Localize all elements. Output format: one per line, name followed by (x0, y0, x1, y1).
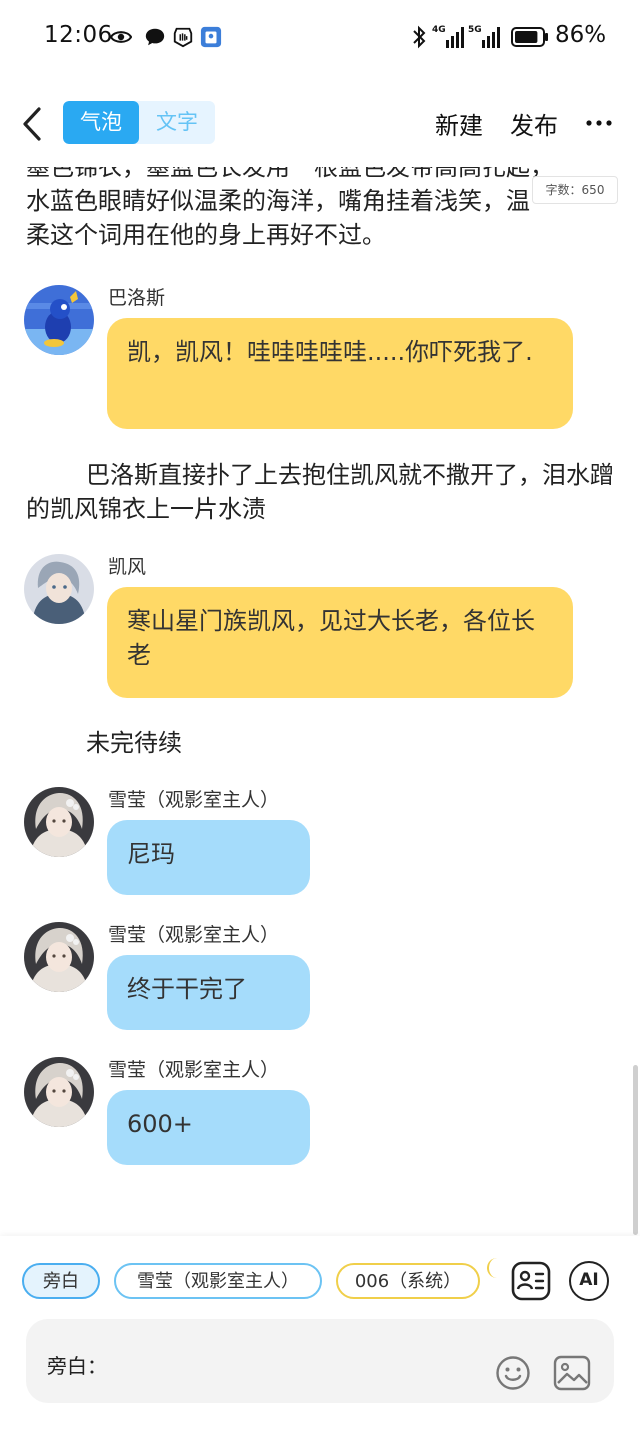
chat-bubble-icon (145, 28, 165, 46)
avatar-kaifeng-image (24, 554, 94, 624)
narration-line: 水蓝色眼睛好似温柔的海洋，嘴角挂着浅笑，温 (26, 187, 530, 215)
emoji-icon[interactable] (495, 1355, 531, 1391)
avatar[interactable] (24, 922, 94, 992)
publish-button[interactable]: 发布 (510, 106, 558, 141)
signal-icon (446, 27, 464, 48)
chat-bubble[interactable]: 寒山星门族凯风，见过大长老，各位长老 (107, 587, 573, 698)
avatar-xueying-image (24, 922, 94, 992)
speaker-name: 巴洛斯 (108, 287, 166, 309)
role-chip-system[interactable]: 006（系统） (336, 1263, 480, 1299)
word-count-badge: 字数：650 (532, 176, 618, 204)
chat-bubble[interactable]: 凯，凯风！哇哇哇哇哇.....你吓死我了. (107, 318, 573, 429)
bluetooth-icon (413, 25, 426, 49)
role-chip-narrator[interactable]: 旁白 (22, 1263, 100, 1299)
scrollbar[interactable] (633, 1065, 638, 1235)
speaker-name: 雪莹（观影室主人） (108, 789, 280, 811)
more-dots-icon[interactable] (585, 112, 613, 134)
avatar[interactable] (24, 554, 94, 624)
network-type-4g: 4G (432, 25, 446, 35)
tab-bubble[interactable]: 气泡 (63, 101, 139, 144)
narration-line: 柔这个词用在他的身上再好不过。 (26, 221, 386, 249)
chevron-left-icon[interactable] (20, 106, 44, 142)
app-icon (200, 26, 222, 48)
mode-toggle: 气泡 文字 (63, 101, 215, 144)
narration-paragraph: 未完待续 (86, 729, 182, 757)
ai-button[interactable]: AI (569, 1261, 609, 1301)
speaker-name: 雪莹（观影室主人） (108, 924, 280, 946)
new-button[interactable]: 新建 (435, 106, 483, 141)
narration-line: 墨色锦衣，墨蓝色长发用一根蓝色发带高高扎起， (26, 167, 554, 181)
narration-paragraph: 墨色锦衣，墨蓝色长发用一根蓝色发带高高扎起， 水蓝色眼睛好似温柔的海洋，嘴角挂着… (26, 167, 616, 257)
avatar-xueying-image (24, 1057, 94, 1127)
avatar[interactable] (24, 1057, 94, 1127)
speaker-name: 凯风 (108, 556, 147, 578)
battery-percent: 86% (555, 22, 607, 48)
battery-icon (511, 27, 548, 47)
avatar-balos-image (24, 285, 94, 355)
network-type-5g: 5G (468, 25, 482, 35)
avatar-xueying-image (24, 787, 94, 857)
hand-icon (173, 27, 193, 48)
avatar[interactable] (24, 787, 94, 857)
input-role-label: 旁白： (47, 1354, 107, 1378)
signal-icon-2 (482, 27, 500, 48)
role-card-icon[interactable] (511, 1261, 551, 1301)
role-chip-xueying[interactable]: 雪莹（观影室主人） (114, 1263, 322, 1299)
avatar[interactable] (24, 285, 94, 355)
narration-paragraph: 巴洛斯直接扑了上去抱住凯风就不撒开了，泪水蹭的凯风锦衣上一片水渍 (26, 461, 614, 523)
chat-bubble[interactable]: 尼玛 (107, 820, 310, 895)
tab-text[interactable]: 文字 (139, 101, 215, 144)
image-icon[interactable] (553, 1355, 591, 1391)
chat-bubble[interactable]: 终于干完了 (107, 955, 310, 1030)
status-time: 12:06 (44, 22, 113, 48)
chat-bubble[interactable]: 600+ (107, 1090, 310, 1165)
speaker-name: 雪莹（观影室主人） (108, 1059, 280, 1081)
eye-icon (110, 31, 132, 43)
